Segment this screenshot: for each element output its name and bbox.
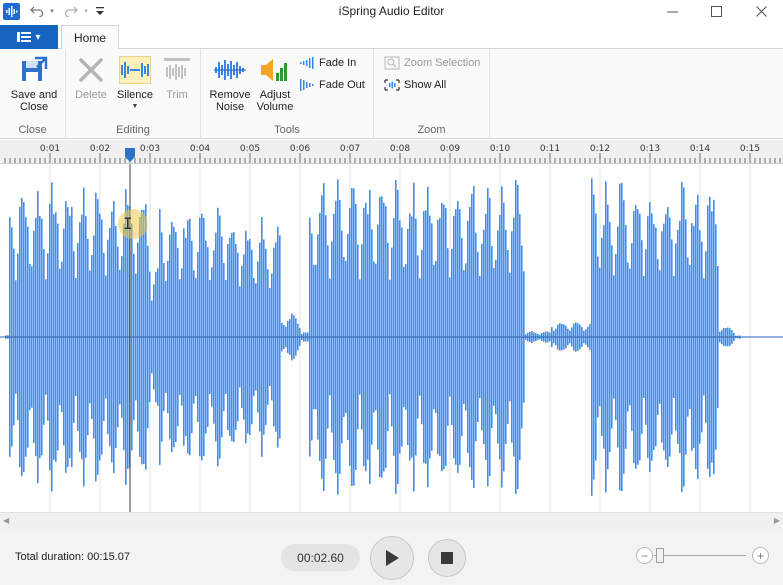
ribbon-tab-row: ▾ Home	[0, 23, 783, 50]
ruler-tick-label: 0:12	[589, 144, 611, 154]
ruler-tick-label: 0:06	[289, 144, 311, 154]
maximize-icon[interactable]	[699, 0, 733, 22]
group-close-label: Close	[18, 124, 47, 136]
ruler-tick-label: 0:01	[39, 144, 61, 154]
total-duration: Total duration: 00:15.07	[15, 551, 130, 563]
remove-noise-icon	[214, 54, 246, 86]
ruler-tick-label: 0:09	[439, 144, 461, 154]
close-icon[interactable]	[744, 0, 778, 22]
show-all-button[interactable]: Show All	[384, 76, 446, 94]
save-and-close-label-1: Save and	[10, 89, 58, 101]
playback-bar: Total duration: 00:15.07 00:02.60 − +	[0, 529, 783, 585]
group-zoom-label: Zoom	[417, 124, 446, 136]
delete-button[interactable]: Delete	[72, 54, 110, 101]
ruler-tick-label: 0:04	[189, 144, 211, 154]
zoom-slider-thumb[interactable]	[656, 548, 664, 563]
remove-noise-label-1: Remove	[209, 89, 251, 101]
waveform	[0, 164, 783, 512]
zoom-out-button[interactable]: −	[636, 547, 653, 564]
waveform-area[interactable]: I	[0, 164, 783, 512]
trim-icon	[161, 54, 193, 86]
adjust-volume-label-2: Volume	[256, 101, 294, 113]
scroll-left-icon[interactable]: ◀	[3, 516, 9, 525]
zoom-selection-button[interactable]: Zoom Selection	[384, 54, 480, 72]
trim-button[interactable]: Trim	[158, 54, 196, 101]
scroll-right-icon[interactable]: ▶	[774, 516, 780, 525]
play-button[interactable]	[370, 536, 414, 580]
save-and-close-label-2: Close	[19, 101, 49, 113]
ruler-tick-label: 0:07	[339, 144, 361, 154]
tab-home[interactable]: Home	[61, 25, 119, 50]
zoom-slider-track[interactable]	[654, 555, 746, 556]
current-time: 00:02.60	[281, 544, 360, 571]
text-cursor-icon: I	[123, 214, 133, 233]
file-menu-icon	[17, 32, 32, 42]
zoom-selection-label: Zoom Selection	[404, 57, 481, 69]
fade-out-icon	[300, 79, 314, 91]
adjust-volume-label-1: Adjust	[259, 89, 291, 101]
group-close: Save and Close Close	[0, 49, 66, 139]
play-icon	[386, 550, 399, 566]
silence-button[interactable]: Silence ▼	[114, 54, 156, 113]
group-tools-label: Tools	[274, 124, 300, 136]
stop-button[interactable]	[428, 539, 466, 577]
ruler-tick-label: 0:08	[389, 144, 411, 154]
timeline-ruler[interactable]: 0:01 0:02 0:03 0:04 0:05 0:06 0:07 0:08 0:09 0:10…	[0, 140, 783, 164]
adjust-volume-button[interactable]: Adjust Volume	[254, 54, 296, 113]
remove-noise-label-2: Noise	[215, 101, 245, 113]
fade-in-button[interactable]: Fade In	[299, 54, 356, 72]
silence-label: Silence	[116, 89, 154, 101]
fade-in-label: Fade In	[319, 57, 357, 69]
trim-label: Trim	[166, 89, 188, 101]
horizontal-scrollbar[interactable]: ◀ ▶	[0, 512, 783, 529]
delete-icon	[75, 54, 107, 86]
show-all-icon	[384, 79, 400, 91]
volume-icon	[259, 54, 291, 86]
save-and-close-button[interactable]: Save and Close	[8, 54, 60, 113]
stop-icon	[441, 552, 453, 564]
ruler-tick-label: 0:02	[89, 144, 111, 154]
remove-noise-button[interactable]: Remove Noise	[208, 54, 252, 113]
silence-icon	[119, 54, 151, 86]
delete-label: Delete	[75, 89, 107, 101]
playhead-marker-icon	[125, 148, 135, 162]
file-menu-button[interactable]: ▾	[0, 25, 58, 49]
chevron-down-icon: ▼	[131, 103, 139, 110]
save-icon	[18, 54, 50, 86]
fade-out-label: Fade Out	[319, 79, 365, 91]
ruler-tick-label: 0:15	[739, 144, 761, 154]
ruler-tick-label: 0:11	[539, 144, 561, 154]
group-editing: Delete Silence ▼ Trim Editing	[66, 49, 201, 139]
fade-out-button[interactable]: Fade Out	[299, 76, 365, 94]
title-bar: ▾ ▾ iSpring Audio Editor	[0, 0, 783, 23]
group-editing-label: Editing	[116, 124, 150, 136]
ribbon: Save and Close Close Delete Silence ▼ Tr…	[0, 49, 783, 139]
minimize-icon[interactable]	[655, 0, 689, 22]
group-tools: Remove Noise Adjust Volume Fade In Fade …	[201, 49, 374, 139]
ruler-tick-label: 0:03	[139, 144, 161, 154]
ruler-tick-label: 0:10	[489, 144, 511, 154]
zoom-in-button[interactable]: +	[752, 547, 769, 564]
chevron-down-icon: ▾	[35, 31, 41, 43]
group-zoom: Zoom Selection Show All Zoom	[374, 49, 490, 139]
ruler-tick-label: 0:14	[689, 144, 711, 154]
show-all-label: Show All	[404, 79, 447, 91]
zoom-selection-icon	[384, 56, 400, 70]
ruler-tick-label: 0:13	[639, 144, 661, 154]
fade-in-icon	[300, 57, 314, 69]
ruler-tick-label: 0:05	[239, 144, 261, 154]
